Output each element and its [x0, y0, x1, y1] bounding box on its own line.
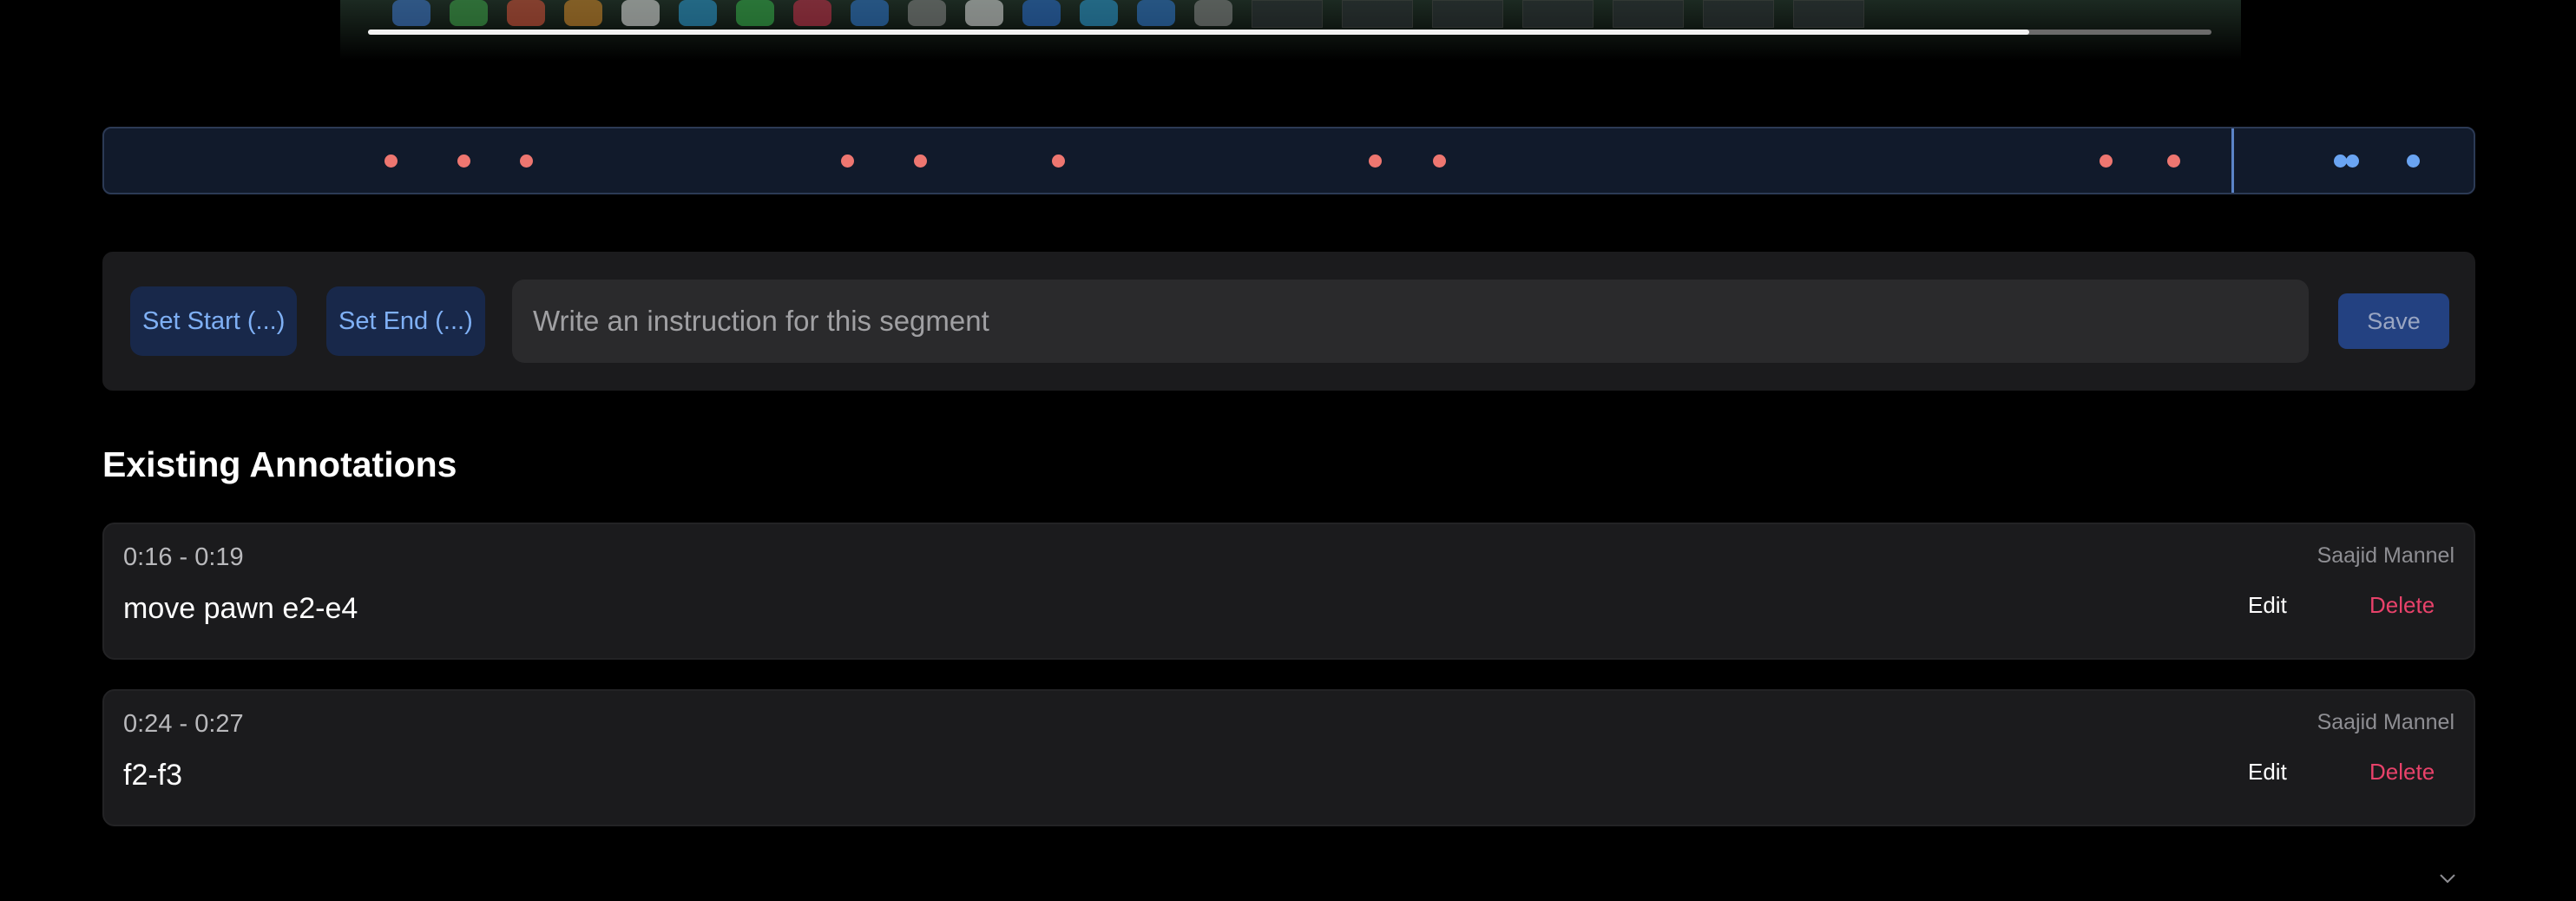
edit-button[interactable]: Edit	[2248, 592, 2287, 619]
annotation-page: Set Start (...) Set End (...) Save Exist…	[0, 0, 2576, 901]
video-progress-fill	[368, 30, 2029, 35]
zoom-icon	[1080, 0, 1118, 26]
timeline-playhead[interactable]	[2231, 128, 2234, 193]
annotation-card: 0:24 - 0:27 f2-f3 Saajid Mannel Edit Del…	[102, 689, 2475, 826]
window-thumbnail	[1432, 0, 1503, 28]
annotation-author: Saajid Mannel	[2316, 543, 2454, 568]
timeline-marker[interactable]	[914, 155, 927, 168]
timeline-marker[interactable]	[457, 155, 470, 168]
window-thumbnail	[1793, 0, 1864, 28]
timeline-marker[interactable]	[841, 155, 854, 168]
window-thumbnail	[1342, 0, 1413, 28]
finder-icon	[392, 0, 430, 26]
timeline-marker[interactable]	[384, 155, 398, 168]
annotation-time-range: 0:16 - 0:19	[123, 543, 244, 571]
timeline-marker[interactable]	[2100, 155, 2113, 168]
instruction-input[interactable]	[512, 280, 2309, 363]
edit-button[interactable]: Edit	[2248, 759, 2287, 786]
notes-icon	[1194, 0, 1232, 26]
annotation-time-range: 0:24 - 0:27	[123, 710, 244, 738]
spotify-icon	[736, 0, 774, 26]
notion-icon	[621, 0, 660, 26]
github-icon	[965, 0, 1003, 26]
delete-button[interactable]: Delete	[2369, 592, 2435, 619]
messages-icon	[450, 0, 488, 26]
timeline-marker[interactable]	[2407, 155, 2420, 168]
set-end-button[interactable]: Set End (...)	[326, 286, 485, 356]
mail-icon	[1137, 0, 1175, 26]
music-icon	[793, 0, 831, 26]
timeline-marker[interactable]	[2346, 155, 2359, 168]
app-store-icon	[851, 0, 889, 26]
set-start-button[interactable]: Set Start (...)	[130, 286, 298, 356]
window-thumbnail	[1613, 0, 1684, 28]
settings-icon	[908, 0, 946, 26]
timeline-marker[interactable]	[2334, 155, 2347, 168]
annotation-text: move pawn e2-e4	[123, 592, 358, 625]
section-title: Existing Annotations	[102, 444, 457, 484]
timeline-marker[interactable]	[1052, 155, 1065, 168]
annotation-card: 0:16 - 0:19 move pawn e2-e4 Saajid Manne…	[102, 523, 2475, 660]
timeline-marker[interactable]	[520, 155, 533, 168]
window-thumbnail	[1703, 0, 1774, 28]
chevron-down-icon[interactable]	[2439, 870, 2456, 887]
save-button[interactable]: Save	[2338, 293, 2449, 349]
annotation-timeline[interactable]	[102, 127, 2475, 194]
slack-icon	[679, 0, 717, 26]
timeline-marker[interactable]	[1433, 155, 1446, 168]
trello-icon	[1022, 0, 1061, 26]
timeline-marker[interactable]	[2167, 155, 2180, 168]
photos-icon	[564, 0, 602, 26]
annotation-text: f2-f3	[123, 759, 183, 792]
chrome-icon	[507, 0, 545, 26]
annotation-author: Saajid Mannel	[2316, 710, 2454, 734]
window-thumbnail	[1252, 0, 1323, 28]
timeline-marker[interactable]	[1369, 155, 1382, 168]
video-progress-bar[interactable]	[368, 30, 2211, 35]
window-thumbnail	[1522, 0, 1594, 28]
delete-button[interactable]: Delete	[2369, 759, 2435, 786]
segment-controls: Set Start (...) Set End (...) Save	[102, 252, 2475, 391]
